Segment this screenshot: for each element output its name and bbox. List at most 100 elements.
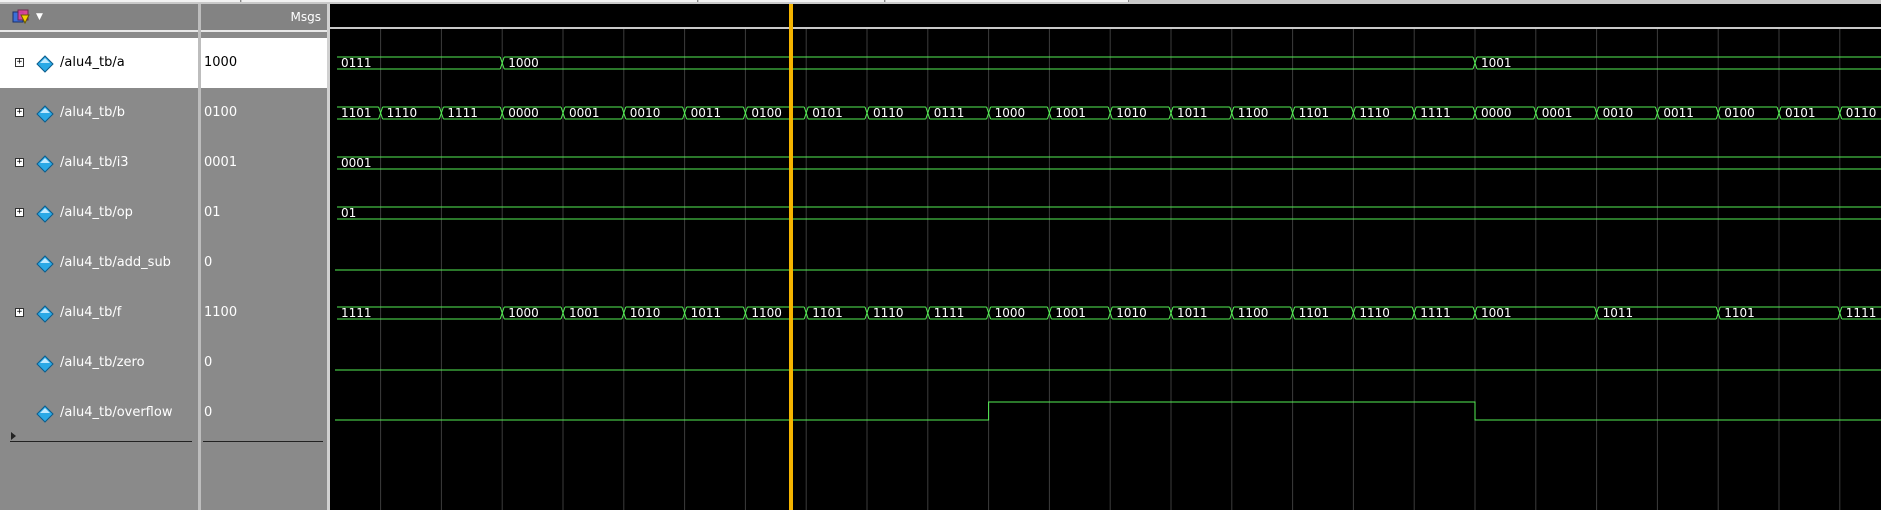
bus-value-label: 1110	[387, 106, 418, 120]
signal-value: 0	[204, 405, 213, 420]
signal-name: /alu4_tb/a	[60, 55, 125, 70]
bus-value-label: 1101	[341, 106, 372, 120]
bus-value-label: 1101	[1724, 306, 1755, 320]
bus-value-label: 1000	[508, 306, 539, 320]
expand-icon[interactable]: +	[15, 308, 24, 317]
bus-value-label: 1111	[1846, 306, 1877, 320]
signal-value: 0001	[204, 155, 238, 170]
bus-value-label: 0110	[1846, 106, 1877, 120]
chevron-down-icon[interactable]: ▼	[36, 12, 43, 22]
bus-value-label: 1100	[1238, 306, 1269, 320]
modelsim-wave-icon[interactable]	[12, 9, 30, 25]
bus-value-label: 1010	[1116, 306, 1147, 320]
bus-value-label: 1101	[1299, 306, 1330, 320]
bus-value-label: 1001	[1481, 56, 1512, 70]
signal-row[interactable]: + /alu4_tb/f	[0, 288, 198, 338]
bus-value-label: 1001	[1055, 106, 1086, 120]
signal-diamond-icon	[36, 55, 54, 73]
expand-icon[interactable]: +	[15, 158, 24, 167]
bus-value-label: 1100	[751, 306, 782, 320]
signal-diamond-icon	[36, 355, 54, 373]
bus-value-label: 1100	[1238, 106, 1269, 120]
bus-segment	[1472, 56, 1881, 70]
time-cursor	[789, 4, 793, 510]
bus-value-label: 1111	[447, 106, 478, 120]
signal-name: /alu4_tb/f	[60, 305, 122, 320]
signal-value-row[interactable]: 1000	[201, 38, 327, 88]
bus-value-label: 1110	[1359, 306, 1390, 320]
signal-row[interactable]: + /alu4_tb/op	[0, 188, 198, 238]
signal-name: /alu4_tb/zero	[60, 355, 145, 370]
signal-value-row[interactable]: 0	[201, 388, 327, 438]
bus-value-label: 0010	[630, 106, 661, 120]
bus-value-label: 01	[341, 206, 356, 220]
signal-values-pane: Msgs 1000 0100 0001 01 0 1100 0 0	[201, 4, 327, 510]
signal-row[interactable]: /alu4_tb/zero	[0, 338, 198, 388]
signal-values-header: Msgs	[201, 4, 327, 32]
signal-name: /alu4_tb/op	[60, 205, 133, 220]
signal-value: 1100	[204, 305, 238, 320]
bus-value-label: 1011	[1177, 106, 1208, 120]
signal-name: /alu4_tb/b	[60, 105, 125, 120]
bus-value-label: 1110	[1359, 106, 1390, 120]
signal-row[interactable]: + /alu4_tb/a	[0, 38, 198, 88]
waveform-pane[interactable]: 0111 1000 1001 1101 1110 1111 0000 0001 0010 0011…	[330, 4, 1881, 510]
signal-diamond-icon	[36, 105, 54, 123]
expand-icon[interactable]: +	[15, 208, 24, 217]
list-end-marker-icon	[11, 432, 16, 440]
waveform-canvas[interactable]: 0111 1000 10011101 1110 1111 0000 0001 0010 0011…	[330, 4, 1881, 510]
bus-segment	[499, 56, 1473, 70]
msgs-column-label: Msgs	[290, 10, 321, 24]
signal-value: 0100	[204, 105, 238, 120]
bus-value-label: 1010	[630, 306, 661, 320]
bus-value-label: 1000	[995, 306, 1026, 320]
signal-value: 0	[204, 355, 213, 370]
window-tab[interactable]	[242, 0, 698, 2]
bus-value-label: 1001	[569, 306, 600, 320]
window-tab[interactable]	[699, 0, 885, 2]
signal-value-row[interactable]: 01	[201, 188, 327, 238]
signal-value-row[interactable]: 0100	[201, 88, 327, 138]
bus-value-label: 0001	[1542, 106, 1573, 120]
bus-value-label: 0011	[691, 106, 722, 120]
expand-icon[interactable]: +	[15, 58, 24, 67]
bus-value-label: 1111	[1420, 306, 1451, 320]
signal-name: /alu4_tb/i3	[60, 155, 129, 170]
bus-value-label: 0101	[1785, 106, 1816, 120]
signal-name: /alu4_tb/add_sub	[60, 255, 171, 270]
signal-value: 1000	[204, 55, 238, 70]
signal-row[interactable]: + /alu4_tb/i3	[0, 138, 198, 188]
signal-value-row[interactable]: 0	[201, 338, 327, 388]
bus-value-label: 1001	[1481, 306, 1512, 320]
bus-value-label: 1010	[1116, 106, 1147, 120]
signal-diamond-icon	[36, 205, 54, 223]
bus-value-label: 0111	[934, 106, 965, 120]
signal-value-row[interactable]: 0	[201, 238, 327, 288]
expand-icon[interactable]: +	[15, 108, 24, 117]
signal-diamond-icon	[36, 405, 54, 423]
bus-value-label: 1000	[508, 56, 539, 70]
signal-row[interactable]: + /alu4_tb/b	[0, 88, 198, 138]
bus-value-label: 0100	[1724, 106, 1755, 120]
signal-row[interactable]: /alu4_tb/overflow	[0, 388, 198, 438]
signal-row[interactable]: /alu4_tb/add_sub	[0, 238, 198, 288]
signal-names-pane: ▼ + /alu4_tb/a + /alu4_tb/b + /alu4_tb/i3 + /al…	[0, 4, 198, 510]
signal-value: 01	[204, 205, 221, 220]
bus-value-label: 1110	[873, 306, 904, 320]
bus-value-label: 1001	[1055, 306, 1086, 320]
signal-value-row[interactable]: 0001	[201, 138, 327, 188]
signal-name: /alu4_tb/overflow	[60, 405, 173, 420]
bus-value-label: 1111	[1420, 106, 1451, 120]
window-tab[interactable]	[886, 0, 1129, 2]
bus-value-label: 0100	[751, 106, 782, 120]
signal-diamond-icon	[36, 305, 54, 323]
window-tab[interactable]	[0, 0, 241, 2]
bit-waveform	[335, 401, 1881, 421]
signal-diamond-icon	[36, 255, 54, 273]
signal-value-row[interactable]: 1100	[201, 288, 327, 338]
list-end-divider	[203, 441, 323, 442]
bus-value-label: 0011	[1663, 106, 1694, 120]
bus-value-label: 0001	[341, 156, 372, 170]
signal-value: 0	[204, 255, 213, 270]
bus-value-label: 0101	[812, 106, 843, 120]
